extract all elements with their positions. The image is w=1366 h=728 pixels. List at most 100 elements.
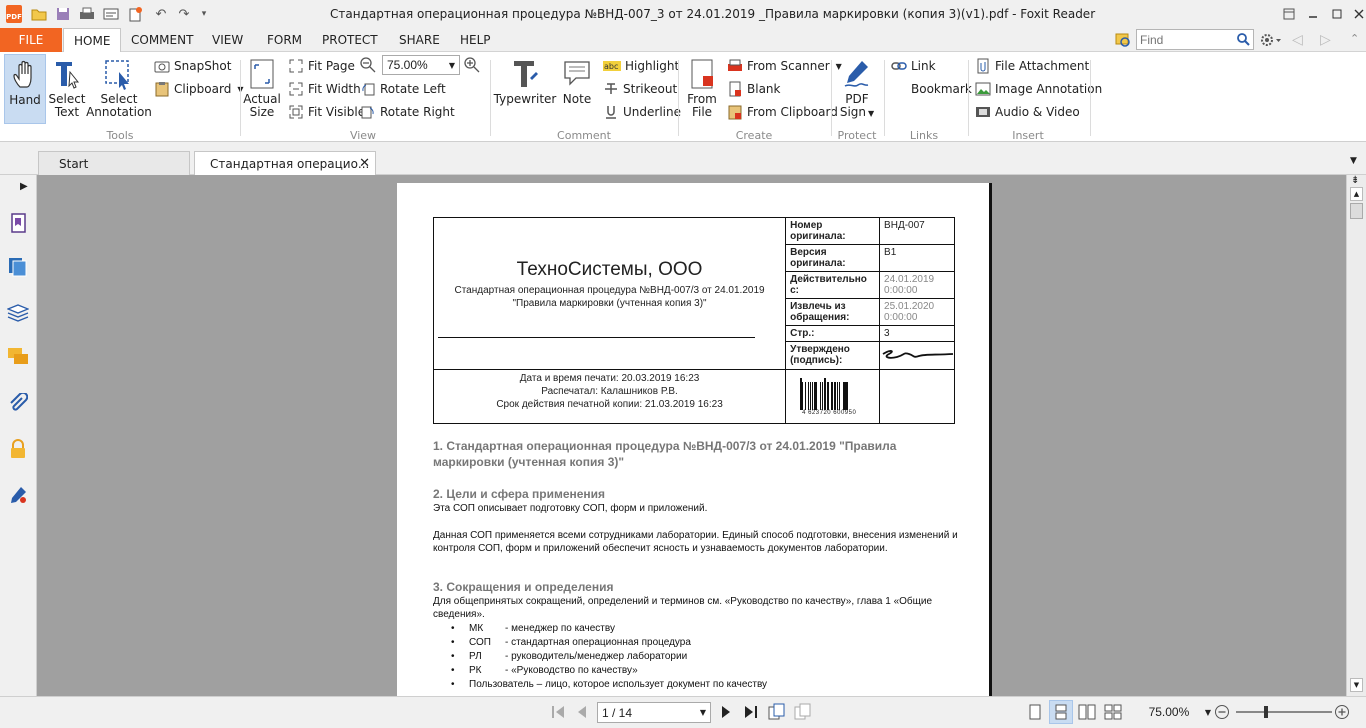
layers-icon[interactable] [6,301,30,325]
actual-size-icon [246,57,278,91]
zoom-select[interactable]: 75.00% ▼ [382,55,460,75]
zoom-slider-thumb[interactable] [1264,706,1268,718]
quick-access-dropdown-icon[interactable]: ▾ [195,5,213,23]
find-options-icon[interactable] [1114,31,1132,49]
print-icon[interactable] [78,5,96,23]
search-icon[interactable] [1236,32,1250,49]
save-icon[interactable] [54,5,72,23]
bookmark-button[interactable]: Bookmark [891,79,972,99]
audio-video-button[interactable]: Audio & Video [975,102,1080,122]
page-thumbnail-icon[interactable] [6,211,30,235]
find-next-icon[interactable]: ▷ [1320,32,1331,48]
scroll-down-icon[interactable]: ▼ [1350,678,1363,692]
pages-icon[interactable] [6,255,30,279]
page-number-field[interactable]: 1 / 14 ▼ [597,702,711,723]
tab-file[interactable]: FILE [0,28,62,52]
next-view-icon[interactable] [794,703,812,724]
pdf-sign-button[interactable]: PDF Sign ▼ [836,57,878,120]
zoom-dropdown-icon: ▼ [448,60,455,70]
pdf-from-file-icon [686,57,718,91]
search-input[interactable] [1137,30,1233,49]
image-annotation-button[interactable]: Image Annotation [975,79,1102,99]
signature-panel-icon[interactable] [6,483,30,507]
pdf-sign-label-2: Sign ▼ [840,106,874,120]
first-page-icon[interactable] [551,705,565,722]
document-tabs: Start Стандартная операцио... ✕ ▼ [0,142,1366,175]
next-page-icon[interactable] [720,705,732,722]
maximize-icon[interactable] [1328,5,1346,23]
vertical-scrollbar[interactable]: ⇟ ▲ ▼ [1346,175,1366,696]
settings-gear-icon[interactable] [1260,31,1284,49]
clipboard-button[interactable]: Clipboard ▼ [154,79,243,99]
strikeout-button[interactable]: Strikeout [603,79,677,99]
rotate-right-button[interactable]: Rotate Right [360,102,455,122]
zoom-out-circle-icon[interactable] [1214,704,1230,723]
file-attachment-button[interactable]: File Attachment [975,56,1089,76]
status-zoom-select[interactable]: 75.00% ▼ [1133,705,1211,719]
scroll-thumb[interactable] [1350,203,1363,219]
fit-page-button[interactable]: Fit Page [288,56,355,76]
expand-panel-icon[interactable]: ▶ [20,181,28,192]
underline-icon [603,104,619,120]
comments-icon[interactable] [6,345,30,369]
actual-size-button[interactable]: Actual Size [243,57,281,119]
close-tab-icon[interactable]: ✕ [359,156,370,171]
attachments-icon[interactable] [6,391,30,415]
note-button[interactable]: Note [558,57,596,106]
scroll-up-icon[interactable]: ▲ [1350,187,1363,201]
zoom-slider[interactable] [1236,706,1332,718]
tab-document[interactable]: Стандартная операцио... ✕ [194,151,376,175]
highlight-button[interactable]: abc Highlight [603,56,679,76]
rotate-left-button[interactable]: Rotate Left [360,79,446,99]
previous-view-icon[interactable] [768,703,786,724]
tab-form[interactable]: FORM [257,28,312,52]
hand-tool-button[interactable]: Hand [4,54,46,124]
select-annotation-button[interactable]: Select Annotation [86,57,152,119]
facing-view-icon[interactable] [1078,704,1096,723]
document-viewer[interactable]: ТехноСистемы, ООО Стандартная операционн… [37,175,1346,696]
zoom-in-icon[interactable] [464,57,480,76]
continuous-view-icon[interactable] [1049,700,1073,724]
split-handle-icon[interactable]: ⇟ [1351,176,1359,186]
tab-view[interactable]: VIEW [202,28,253,52]
undo-icon[interactable]: ↶ [152,5,170,23]
collapse-ribbon-icon[interactable]: ⌃ [1350,32,1359,45]
close-icon[interactable] [1350,5,1366,23]
from-scanner-button[interactable]: From Scanner ▼ [727,56,842,76]
single-page-view-icon[interactable] [1028,704,1042,723]
new-document-icon[interactable] [126,5,144,23]
properties-icon[interactable] [102,5,120,23]
redo-icon[interactable]: ↷ [175,5,193,23]
list-item-key: РЛ [469,651,482,662]
link-button[interactable]: Link [891,56,936,76]
blank-button[interactable]: Blank [727,79,780,99]
tab-home[interactable]: HOME [63,28,122,53]
tab-share[interactable]: SHARE [389,28,450,52]
security-lock-icon[interactable] [6,437,30,461]
tab-protect[interactable]: PROTECT [312,28,388,52]
snapshot-button[interactable]: SnapShot [154,56,231,76]
minimize-icon[interactable] [1304,5,1322,23]
tab-start[interactable]: Start [38,151,190,175]
continuous-facing-view-icon[interactable] [1104,704,1122,723]
typewriter-icon [509,57,541,91]
find-previous-icon[interactable]: ◁ [1292,32,1303,48]
tab-help[interactable]: HELP [450,28,501,52]
document-body: 1. Стандартная операционная процедура №В… [433,438,958,692]
ribbon-display-icon[interactable] [1280,5,1298,23]
underline-button[interactable]: Underline [603,102,681,122]
tabs-dropdown-icon[interactable]: ▼ [1350,156,1357,166]
zoom-out-icon[interactable] [360,57,376,76]
open-folder-icon[interactable] [30,5,48,23]
select-text-button[interactable]: Select Text [48,57,86,119]
select-text-icon [51,57,83,91]
typewriter-button[interactable]: Typewriter [494,57,556,106]
from-file-button[interactable]: From File [683,57,721,119]
from-clipboard-button[interactable]: From Clipboard [727,102,838,122]
fit-width-button[interactable]: Fit Width [288,79,361,99]
last-page-icon[interactable] [744,705,758,722]
zoom-in-circle-icon[interactable] [1334,704,1350,723]
previous-page-icon[interactable] [576,705,588,722]
fit-visible-button[interactable]: Fit Visible [288,102,365,122]
tab-comment[interactable]: COMMENT [121,28,203,52]
